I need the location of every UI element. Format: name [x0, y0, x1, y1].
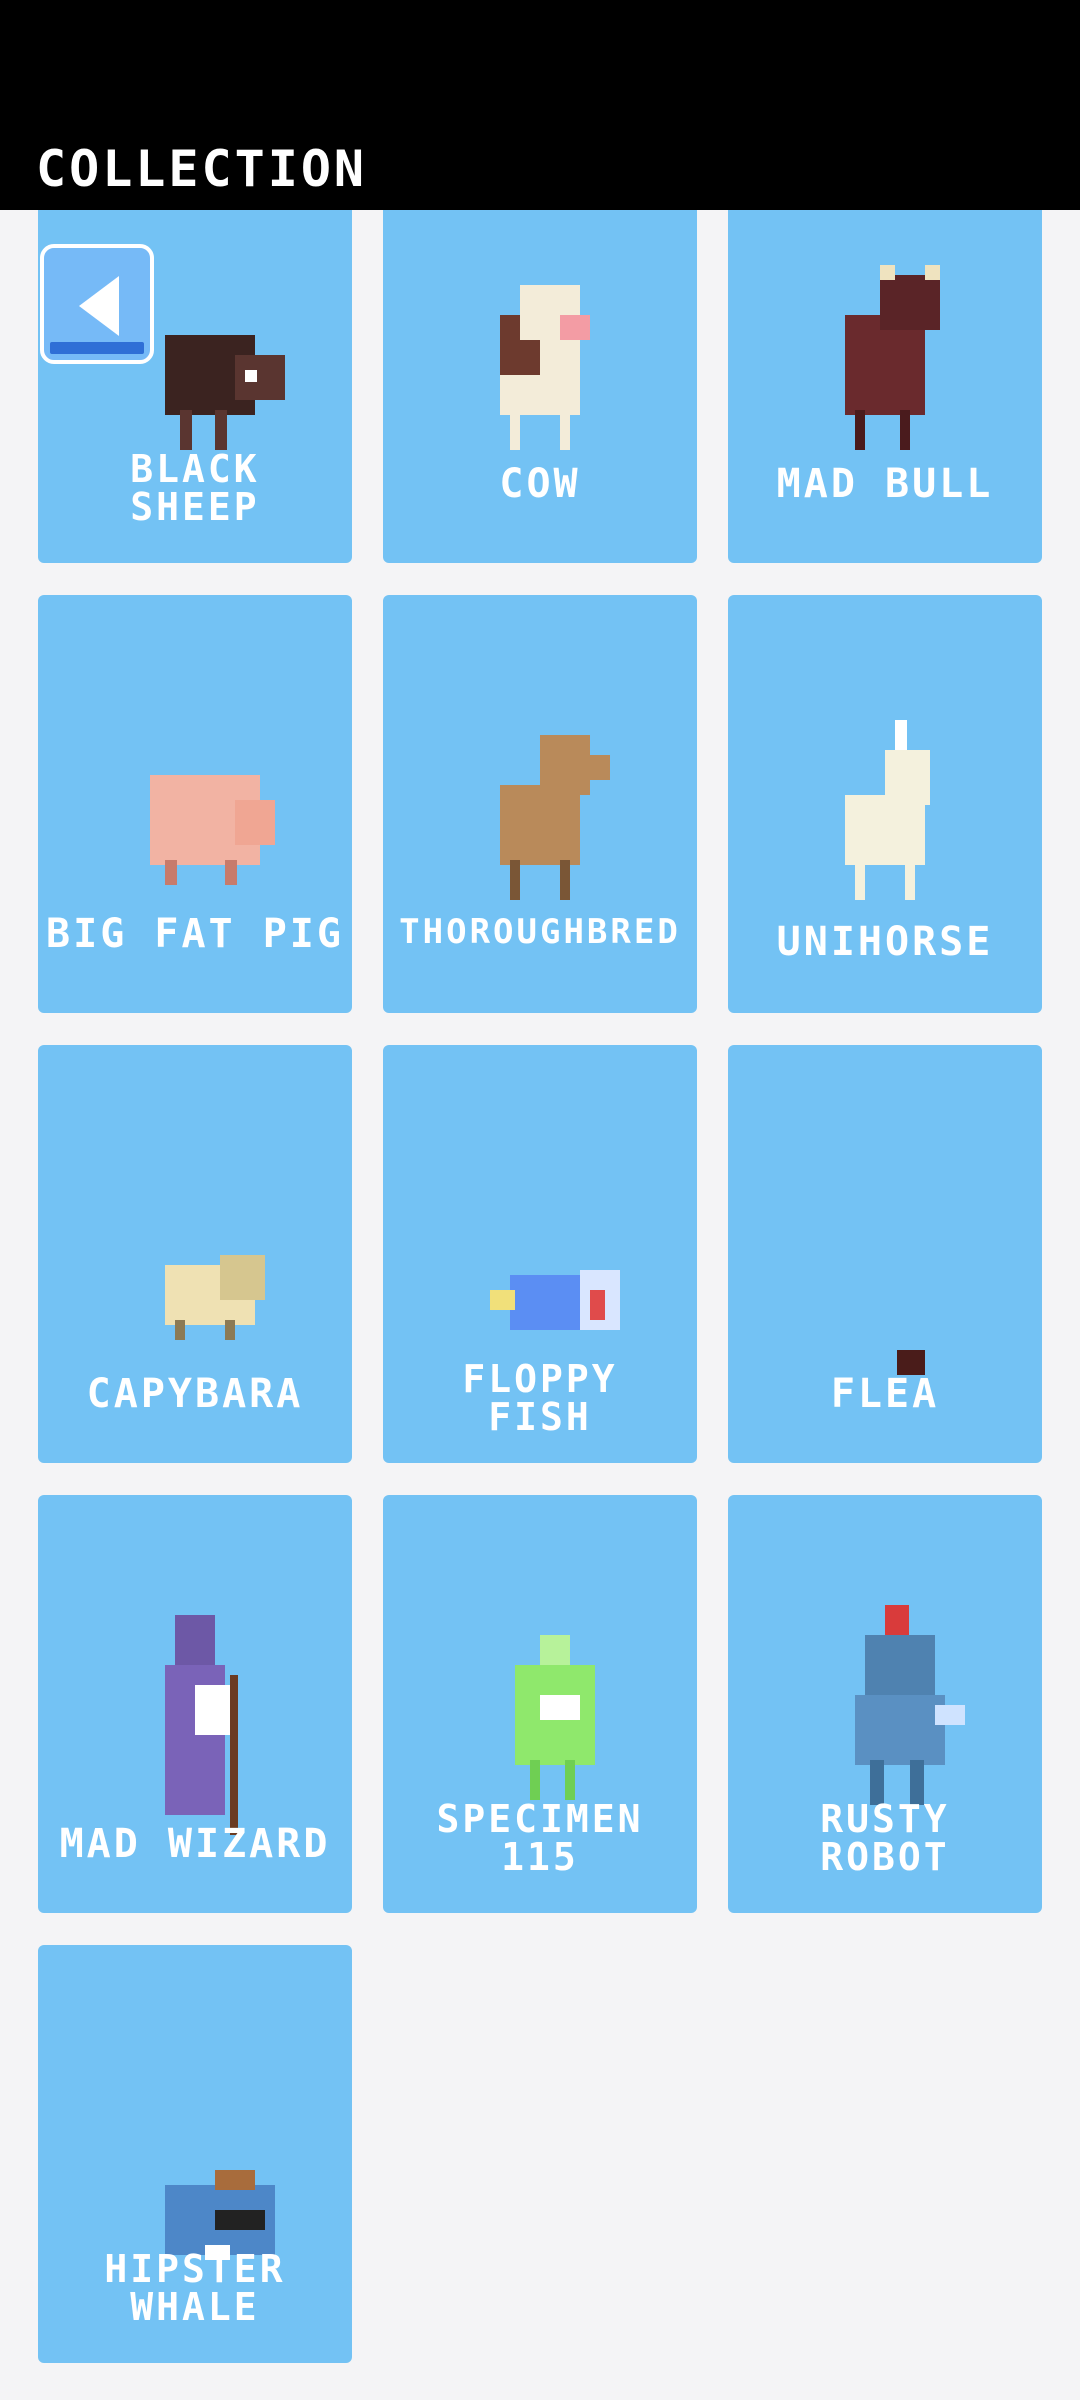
- character-name: MAD WIZARD: [59, 1821, 331, 1867]
- character-name: COW: [499, 461, 581, 507]
- character-name: BLACK SHEEP: [130, 447, 260, 529]
- character-card-floppy-fish[interactable]: FLOPPY FISH: [383, 1045, 697, 1463]
- character-name: FLOPPY FISH: [462, 1357, 618, 1439]
- character-card-flea[interactable]: FLEA: [728, 1045, 1042, 1463]
- character-card-hipster-whale[interactable]: HIPSTER WHALE: [38, 1945, 352, 2363]
- pig-icon: [150, 775, 275, 885]
- character-name: HIPSTER WHALE: [104, 2247, 286, 2329]
- horse-icon: [500, 735, 610, 900]
- capybara-icon: [165, 1255, 265, 1340]
- character-name: UNIHORSE: [776, 919, 994, 965]
- character-name: SPECIMEN 115: [436, 1797, 644, 1879]
- character-grid: BLACK SHEEP COW MAD BULL BIG FAT PIG THO…: [0, 0, 1080, 2400]
- character-card-specimen-115[interactable]: SPECIMEN 115: [383, 1495, 697, 1913]
- character-card-unihorse[interactable]: UNIHORSE: [728, 595, 1042, 1013]
- character-card-rusty-robot[interactable]: RUSTY ROBOT: [728, 1495, 1042, 1913]
- page-title: COLLECTION: [36, 140, 368, 198]
- character-name: RUSTY ROBOT: [820, 1797, 950, 1879]
- character-card-thoroughbred[interactable]: THOROUGHBRED: [383, 595, 697, 1013]
- character-name: MAD BULL: [776, 461, 994, 507]
- wizard-icon: [165, 1615, 238, 1835]
- character-card-mad-wizard[interactable]: MAD WIZARD: [38, 1495, 352, 1913]
- back-button[interactable]: [40, 244, 154, 364]
- character-name: CAPYBARA: [86, 1371, 304, 1417]
- character-card-capybara[interactable]: CAPYBARA: [38, 1045, 352, 1463]
- mad-bull-icon: [845, 265, 940, 450]
- unicorn-icon: [845, 720, 930, 900]
- app-header: COLLECTION: [0, 0, 1080, 210]
- character-card-big-fat-pig[interactable]: BIG FAT PIG: [38, 595, 352, 1013]
- back-arrow-icon: [79, 276, 119, 336]
- back-button-base: [50, 342, 144, 354]
- character-name: THOROUGHBRED: [399, 912, 681, 952]
- character-name: FLEA: [830, 1371, 940, 1417]
- flea-icon: [897, 1350, 925, 1375]
- cow-icon: [500, 285, 590, 450]
- character-name: BIG FAT PIG: [46, 911, 344, 957]
